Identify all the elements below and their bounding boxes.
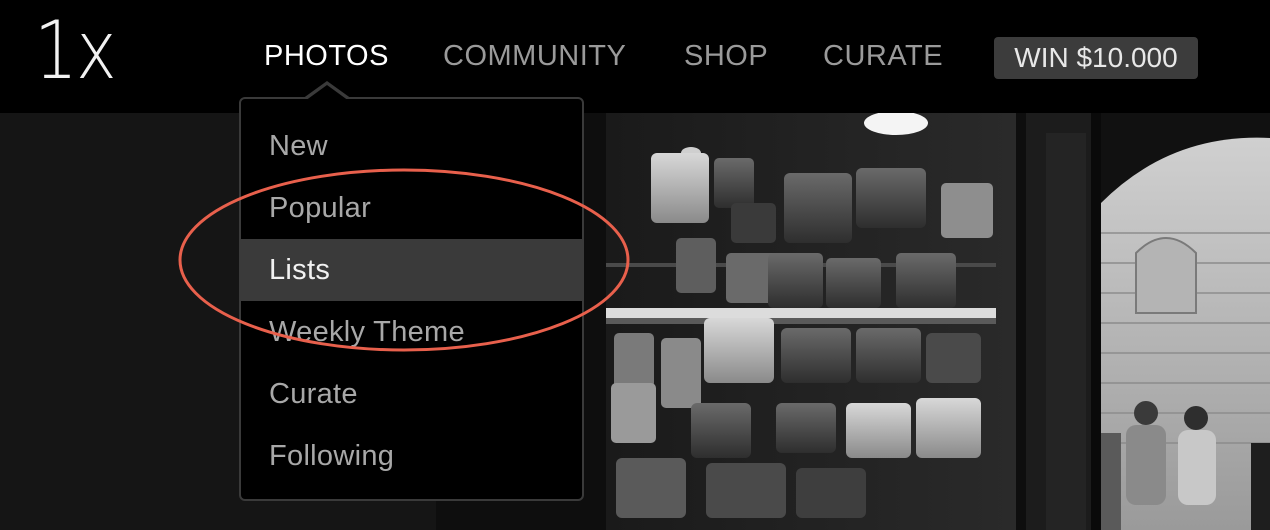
dropdown-caret xyxy=(305,85,349,101)
nav-photos[interactable]: PHOTOS xyxy=(264,40,389,72)
nav-community[interactable]: COMMUNITY xyxy=(443,40,626,72)
win-contest-button[interactable]: WIN $10.000 xyxy=(994,37,1198,79)
dropdown-list: New Popular Lists Weekly Theme Curate Fo… xyxy=(241,115,582,487)
top-navigation-bar: 1x PHOTOS COMMUNITY SHOP CURATE WIN $10.… xyxy=(0,0,1270,113)
photos-dropdown-menu: New Popular Lists Weekly Theme Curate Fo… xyxy=(239,97,584,501)
page: 1x PHOTOS COMMUNITY SHOP CURATE WIN $10.… xyxy=(0,0,1270,530)
nav-shop[interactable]: SHOP xyxy=(684,40,768,72)
menu-item-new[interactable]: New xyxy=(241,115,582,177)
menu-item-popular[interactable]: Popular xyxy=(241,177,582,239)
menu-item-following[interactable]: Following xyxy=(241,425,582,487)
site-logo[interactable]: 1x xyxy=(34,6,117,96)
menu-item-weekly-theme[interactable]: Weekly Theme xyxy=(241,301,582,363)
menu-item-lists[interactable]: Lists xyxy=(241,239,582,301)
nav-curate[interactable]: CURATE xyxy=(823,40,943,72)
menu-item-curate[interactable]: Curate xyxy=(241,363,582,425)
